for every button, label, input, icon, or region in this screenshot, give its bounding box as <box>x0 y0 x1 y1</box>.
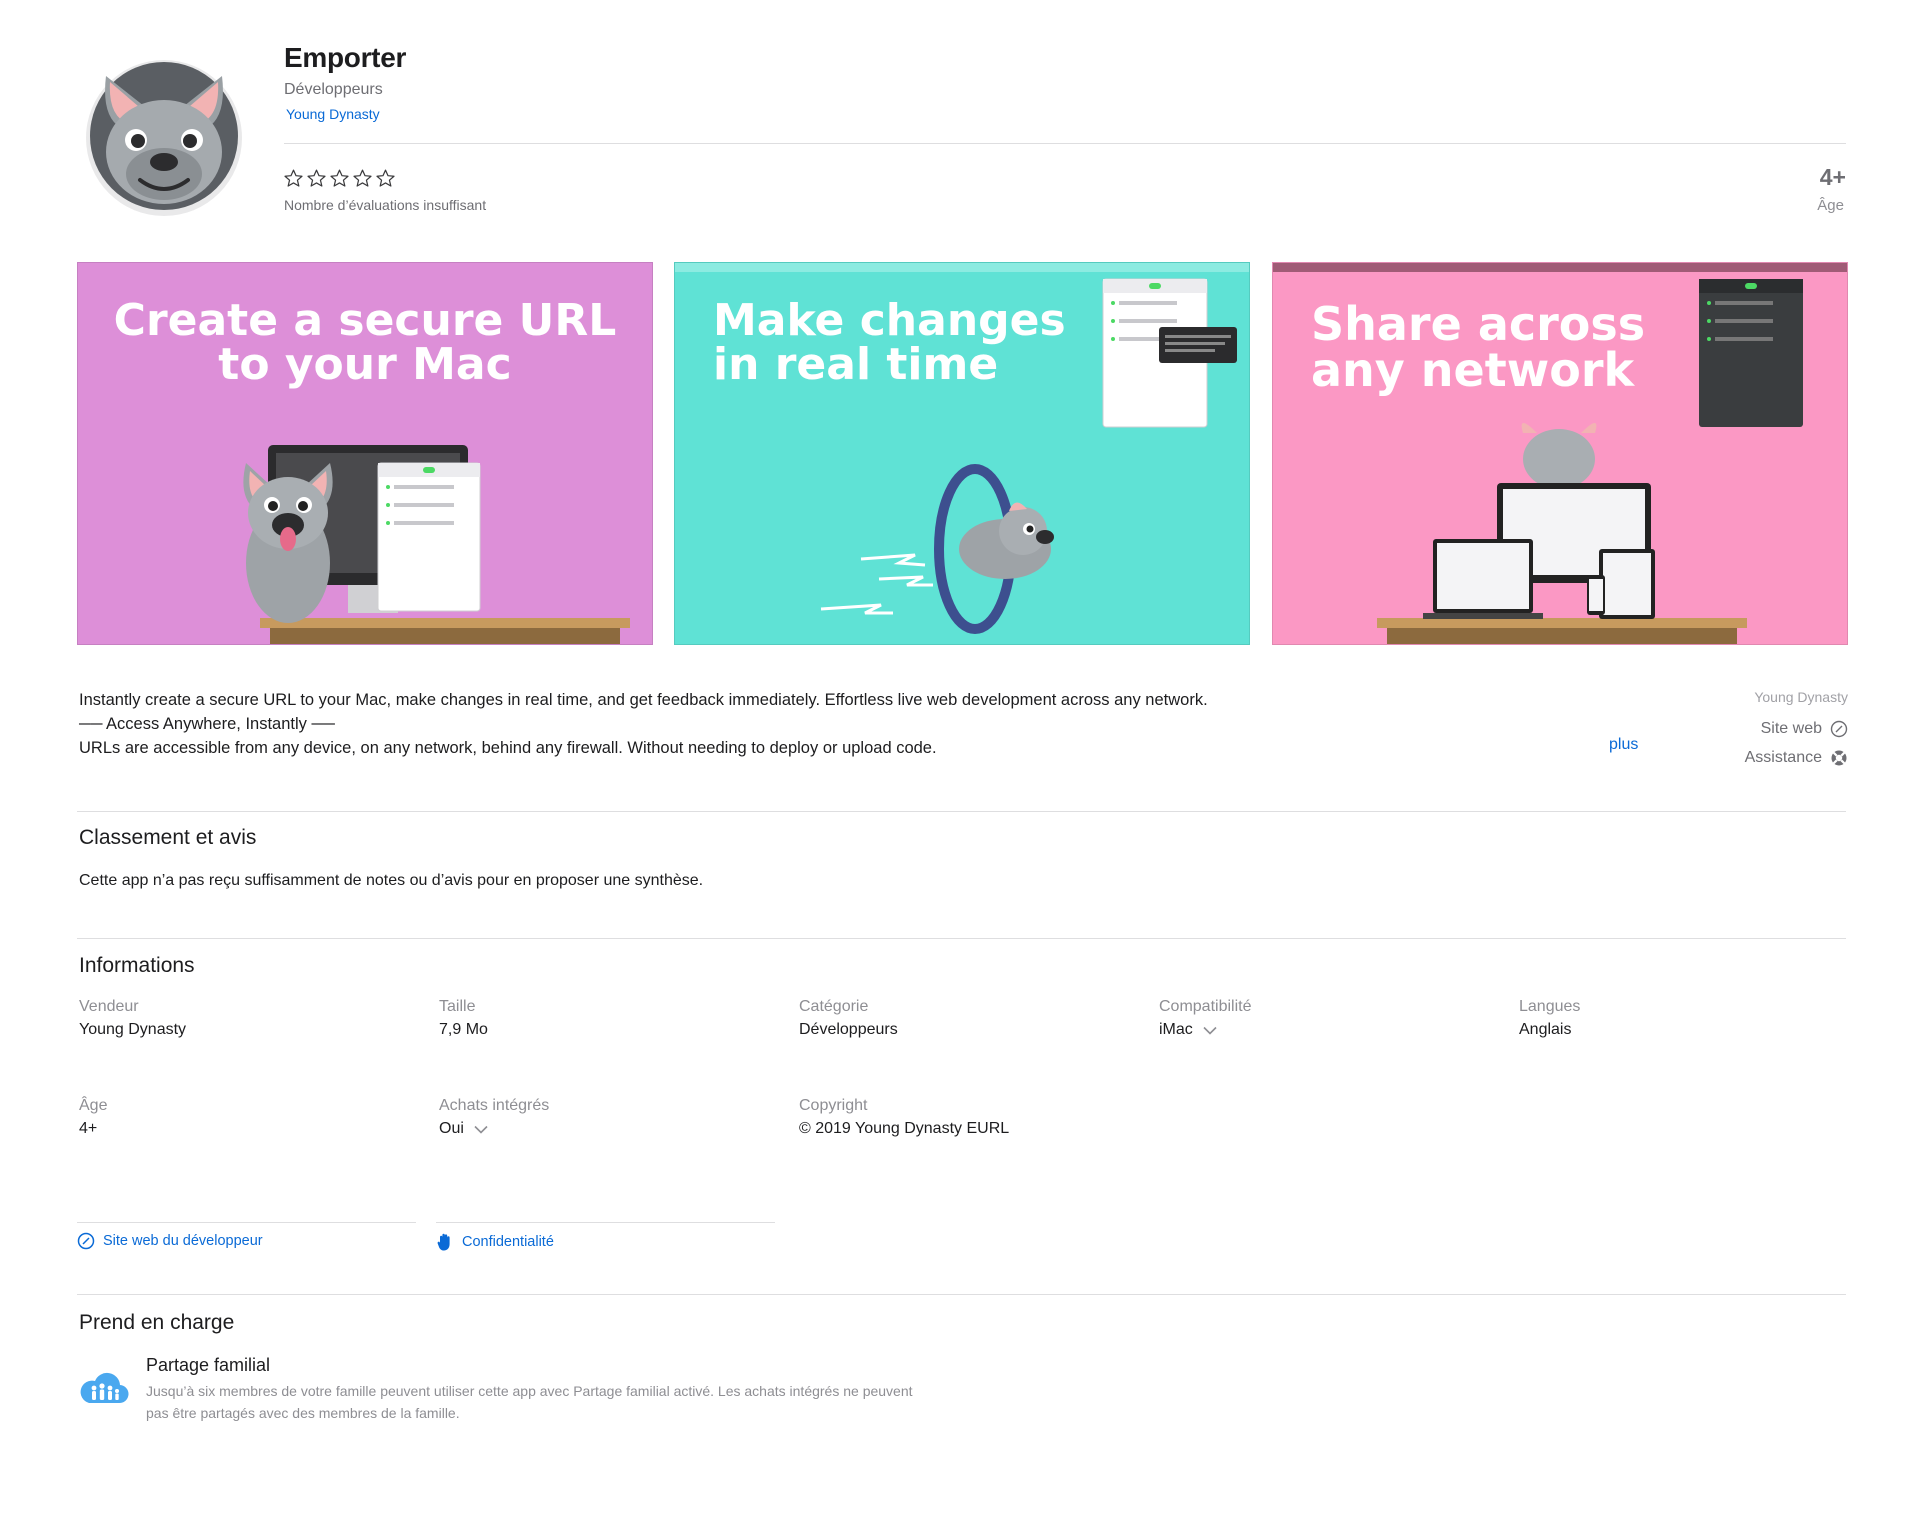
ratings-text: Cette app n’a pas reçu suffisamment de n… <box>79 872 704 889</box>
app-description: Instantly create a secure URL to your Ma… <box>79 688 1339 760</box>
info-section-title: Informations <box>79 954 195 977</box>
info-label-copyright: Copyright <box>799 1097 868 1114</box>
screenshot-1[interactable]: Create a secure URL to your Mac <box>77 262 653 645</box>
family-sharing-title: Partage familial <box>146 1355 271 1375</box>
rating-stars <box>283 168 396 189</box>
developer-website-link[interactable]: Site web du développeur <box>77 1232 263 1250</box>
star-outline-icon <box>376 169 395 187</box>
age-rating-label: Âge <box>1817 197 1844 214</box>
divider-3 <box>77 1294 1846 1295</box>
info-label-in-app-purchases: Achats intégrés <box>439 1097 550 1114</box>
description-line-3: URLs are accessible from any device, on … <box>79 739 937 757</box>
age-rating-value: 4+ <box>1819 164 1846 190</box>
size-value: 7,9 Mo <box>439 1021 488 1038</box>
lifebuoy-icon <box>1831 750 1847 766</box>
supports-section-title: Prend en charge <box>79 1311 235 1334</box>
description-line-1: Instantly create a secure URL to your Ma… <box>79 691 1208 709</box>
chevron-down-icon <box>1203 1026 1217 1035</box>
info-value-languages: Anglais <box>1519 1021 1571 1039</box>
link-divider-2 <box>436 1222 775 1223</box>
privacy-link[interactable]: Confidentialité <box>436 1232 554 1252</box>
copyright-value: © 2019 Young Dynasty EURL <box>799 1120 1010 1137</box>
family-sharing-description: Jusqu’à six membres de votre famille peu… <box>146 1383 913 1421</box>
website-link[interactable]: Site web <box>1761 720 1848 738</box>
info-label-languages: Langues <box>1519 998 1581 1015</box>
info-value-size: 7,9 Mo <box>439 1021 488 1039</box>
info-label-compatibility: Compatibilité <box>1159 998 1252 1015</box>
info-label-size: Taille <box>439 998 476 1015</box>
family-cloud-icon <box>77 1367 129 1407</box>
screenshot-1-title: Create a secure URL to your Mac <box>113 295 617 390</box>
info-label-seller: Vendeur <box>79 998 139 1015</box>
star-outline-icon <box>307 169 326 187</box>
screenshot-2-title: Make changes in real time <box>713 295 1066 390</box>
ratings-section-title: Classement et avis <box>79 826 257 849</box>
compatibility-value: iMac <box>1159 1021 1193 1038</box>
rating-note: Nombre d’évaluations insuffisant <box>284 197 487 213</box>
app-category: Développeurs <box>284 81 383 98</box>
description-line-2: ── Access Anywhere, Instantly ── <box>79 715 335 733</box>
info-value-copyright: © 2019 Young Dynasty EURL <box>799 1120 1009 1138</box>
header-divider <box>284 143 1846 144</box>
info-value-seller: Young Dynasty <box>79 1021 186 1039</box>
screenshot-2[interactable]: Make changes in real time <box>674 262 1250 645</box>
divider-2 <box>77 938 1846 939</box>
sidebar-developer: Young Dynasty <box>1754 689 1848 705</box>
star-outline-icon <box>330 169 349 187</box>
seller-value: Young Dynasty <box>79 1021 187 1038</box>
info-value-age: 4+ <box>79 1120 97 1138</box>
support-link[interactable]: Assistance <box>1745 749 1848 767</box>
hand-icon <box>437 1233 450 1251</box>
languages-value: Anglais <box>1519 1021 1572 1038</box>
developer-link[interactable]: Young Dynasty <box>286 106 380 122</box>
divider-1 <box>77 811 1846 812</box>
compass-icon <box>1830 720 1848 738</box>
in-app-purchases-value: Oui <box>439 1120 464 1137</box>
support-label: Assistance <box>1744 749 1822 766</box>
in-app-purchases-dropdown[interactable]: Oui <box>439 1120 488 1138</box>
star-outline-icon <box>353 169 372 187</box>
screenshot-3[interactable]: Share across any network <box>1272 262 1848 645</box>
compatibility-dropdown[interactable]: iMac <box>1159 1021 1217 1039</box>
link-divider-1 <box>77 1222 416 1223</box>
screenshot-3-title: Share across any network <box>1311 297 1646 397</box>
info-label-category: Catégorie <box>799 998 869 1015</box>
website-label: Site web <box>1760 720 1822 737</box>
app-icon <box>84 46 244 221</box>
star-outline-icon <box>284 169 303 187</box>
app-name: Emporter <box>284 42 407 73</box>
developer-website-label: Site web du développeur <box>103 1233 263 1249</box>
compass-icon <box>77 1232 95 1250</box>
more-link[interactable]: plus <box>1609 736 1638 754</box>
category-value: Développeurs <box>799 1021 898 1038</box>
info-label-age: Âge <box>79 1097 108 1114</box>
chevron-down-icon <box>474 1125 488 1134</box>
privacy-label: Confidentialité <box>462 1234 554 1250</box>
info-value-category: Développeurs <box>799 1021 898 1039</box>
age-value: 4+ <box>79 1120 98 1137</box>
